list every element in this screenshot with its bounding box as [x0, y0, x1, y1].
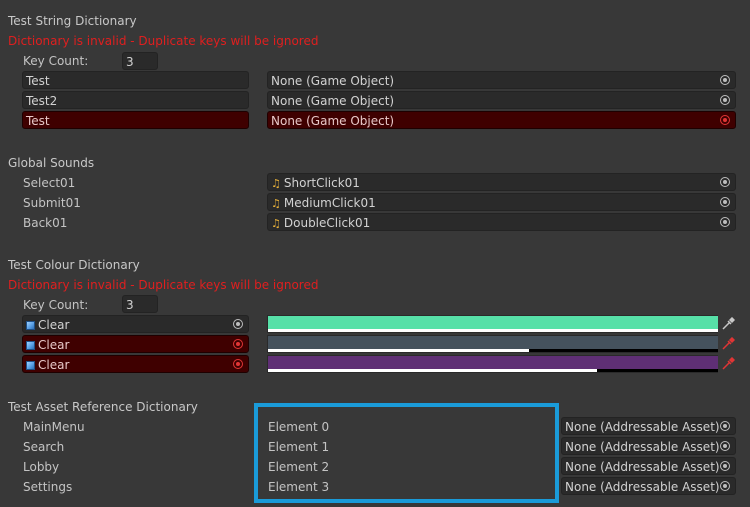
string-dict-key-count-field[interactable]: 3 [122, 52, 158, 70]
colour-dict-title: Test Colour Dictionary [8, 258, 140, 272]
string-dict-value-text-1: None (Game Object) [271, 94, 395, 108]
prefab-cube-icon [26, 341, 35, 350]
string-dict-value-field-2[interactable]: None (Game Object) [267, 111, 736, 129]
object-picker-icon[interactable] [233, 319, 243, 329]
object-picker-icon[interactable] [720, 95, 730, 105]
asset-dict-value-field-3[interactable]: None (Addressable Asset) [561, 477, 736, 495]
object-picker-icon[interactable] [233, 339, 243, 349]
object-picker-icon[interactable] [720, 421, 730, 431]
string-dict-title: Test String Dictionary [8, 14, 137, 28]
audio-clip-icon: ♫ [271, 177, 281, 190]
object-picker-icon[interactable] [720, 481, 730, 491]
global-sounds-value-field-1[interactable]: ♫ MediumClick01 [267, 193, 736, 211]
object-picker-icon[interactable] [233, 359, 243, 369]
asset-dict-key-1: Search [23, 440, 65, 454]
colour-alpha-bar-1 [268, 349, 529, 352]
global-sounds-key-2: Back01 [23, 216, 68, 230]
string-dict-value-text-2: None (Game Object) [271, 114, 395, 128]
colour-dict-key-field-1[interactable]: Clear [22, 335, 249, 353]
asset-dict-value-text-1: None (Addressable Asset) [565, 440, 720, 454]
asset-dict-value-text-2: None (Addressable Asset) [565, 460, 720, 474]
asset-dict-value-field-0[interactable]: None (Addressable Asset) [561, 417, 736, 435]
colour-dict-error: Dictionary is invalid - Duplicate keys w… [8, 278, 319, 292]
colour-alpha-bar-0 [268, 329, 718, 332]
object-picker-icon[interactable] [720, 197, 730, 207]
asset-dict-value-text-0: None (Addressable Asset) [565, 420, 720, 434]
global-sounds-value-field-2[interactable]: ♫ DoubleClick01 [267, 213, 736, 231]
global-sounds-title: Global Sounds [8, 156, 95, 170]
colour-dict-key-field-2[interactable]: Clear [22, 355, 249, 373]
colour-swatch-0[interactable] [267, 315, 718, 333]
asset-dict-title: Test Asset Reference Dictionary [8, 400, 198, 414]
colour-swatch-fill-2 [268, 356, 718, 369]
prefab-cube-icon [26, 321, 35, 330]
eyedropper-icon[interactable] [721, 317, 735, 331]
string-dict-error: Dictionary is invalid - Duplicate keys w… [8, 34, 319, 48]
string-dict-value-text-0: None (Game Object) [271, 74, 395, 88]
asset-dict-key-3: Settings [23, 480, 73, 494]
object-picker-icon[interactable] [720, 115, 730, 125]
colour-alpha-bar-2 [268, 369, 597, 372]
object-picker-icon[interactable] [720, 177, 730, 187]
object-picker-icon[interactable] [720, 461, 730, 471]
object-picker-icon[interactable] [720, 75, 730, 85]
object-picker-icon[interactable] [720, 441, 730, 451]
string-dict-value-field-1[interactable]: None (Game Object) [267, 91, 736, 109]
audio-clip-icon: ♫ [271, 197, 281, 210]
global-sounds-value-field-0[interactable]: ♫ ShortClick01 [267, 173, 736, 191]
string-dict-key-field-1[interactable]: Test2 [22, 91, 249, 109]
colour-dict-key-text-2: Clear [38, 358, 70, 372]
audio-clip-icon: ♫ [271, 217, 281, 230]
asset-dict-key-0: MainMenu [23, 420, 85, 434]
eyedropper-icon[interactable] [721, 357, 735, 371]
colour-dict-key-field-0[interactable]: Clear [22, 315, 249, 333]
asset-dict-value-field-1[interactable]: None (Addressable Asset) [561, 437, 736, 455]
colour-swatch-1[interactable] [267, 335, 718, 353]
colour-swatch-fill-1 [268, 336, 718, 349]
asset-dict-value-field-2[interactable]: None (Addressable Asset) [561, 457, 736, 475]
colour-dict-key-text-0: Clear [38, 318, 70, 332]
global-sounds-value-text-1: MediumClick01 [283, 196, 376, 210]
element-list-highlight-box [254, 403, 559, 503]
string-dict-key-count-label: Key Count: [23, 54, 89, 68]
colour-swatch-fill-0 [268, 316, 718, 329]
global-sounds-value-text-2: DoubleClick01 [283, 216, 371, 230]
asset-dict-value-text-3: None (Addressable Asset) [565, 480, 720, 494]
global-sounds-key-1: Submit01 [23, 196, 81, 210]
object-picker-icon[interactable] [720, 217, 730, 227]
asset-dict-key-2: Lobby [23, 460, 60, 474]
colour-dict-key-text-1: Clear [38, 338, 70, 352]
string-dict-value-field-0[interactable]: None (Game Object) [267, 71, 736, 89]
colour-dict-key-count-label: Key Count: [23, 298, 89, 312]
global-sounds-value-text-0: ShortClick01 [283, 176, 360, 190]
string-dict-key-field-2[interactable]: Test [22, 111, 249, 129]
prefab-cube-icon [26, 361, 35, 370]
colour-dict-key-count-field[interactable]: 3 [122, 295, 158, 313]
colour-swatch-2[interactable] [267, 355, 718, 373]
eyedropper-icon[interactable] [721, 337, 735, 351]
string-dict-key-field-0[interactable]: Test [22, 71, 249, 89]
global-sounds-key-0: Select01 [23, 176, 76, 190]
